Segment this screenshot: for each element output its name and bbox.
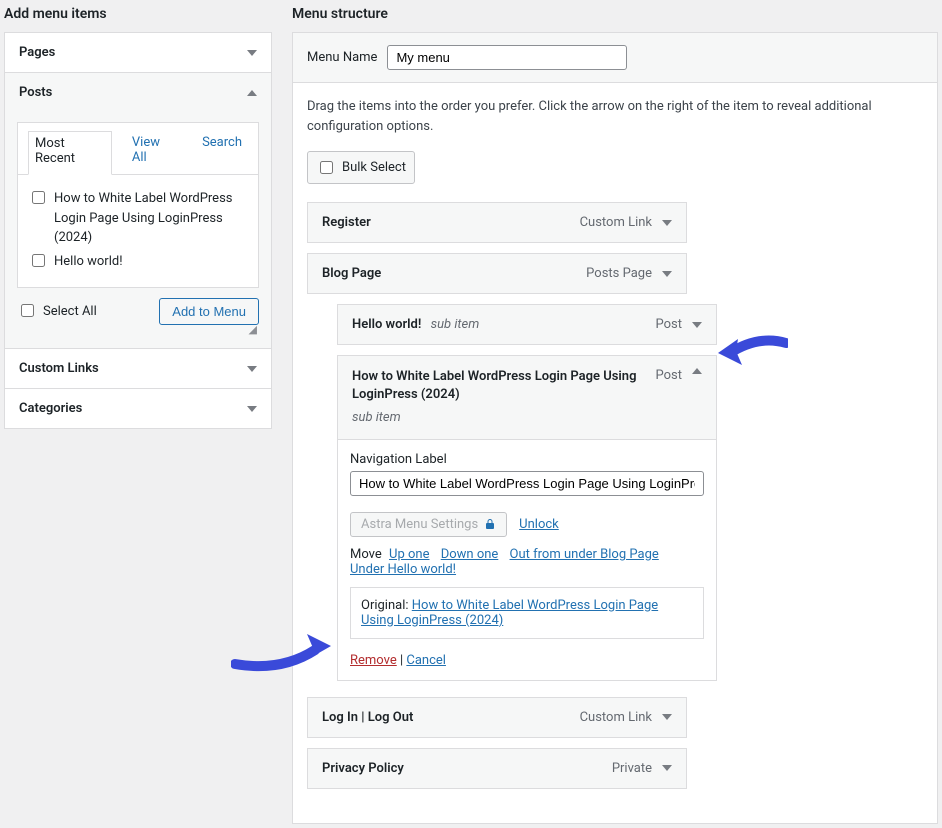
- select-all-checkbox[interactable]: [21, 304, 34, 317]
- move-up-link[interactable]: Up one: [389, 547, 429, 562]
- menu-item-register[interactable]: Register Custom Link: [307, 202, 687, 243]
- chevron-down-icon: [247, 366, 257, 372]
- astra-menu-settings-label: Astra Menu Settings: [361, 517, 478, 532]
- menu-item-type: Custom Link: [580, 215, 652, 230]
- menu-item-title: How to White Label WordPress Login Page …: [352, 369, 636, 402]
- chevron-down-icon[interactable]: [692, 322, 702, 328]
- chevron-down-icon[interactable]: [662, 765, 672, 771]
- add-menu-accordion: Pages Posts Most Recent View All Search: [4, 32, 272, 429]
- custom-links-label: Custom Links: [19, 361, 99, 376]
- astra-menu-settings-button[interactable]: Astra Menu Settings: [350, 512, 507, 537]
- categories-label: Categories: [19, 401, 82, 416]
- menu-structure-heading: Menu structure: [292, 6, 938, 22]
- pages-label: Pages: [19, 45, 55, 60]
- menu-item-hello-world[interactable]: Hello world! sub item Post: [337, 304, 717, 345]
- chevron-down-icon: [247, 406, 257, 412]
- menu-item-type: Post: [656, 317, 683, 332]
- instructions-text: Drag the items into the order you prefer…: [307, 97, 923, 137]
- posts-accordion-header[interactable]: Posts: [5, 73, 271, 112]
- menu-item-howto-header[interactable]: How to White Label WordPress Login Page …: [337, 355, 717, 440]
- menu-item-sub: sub item: [352, 409, 656, 427]
- chevron-up-icon[interactable]: [692, 368, 702, 374]
- custom-links-accordion-header[interactable]: Custom Links: [5, 349, 271, 388]
- move-under-link[interactable]: Under Hello world!: [350, 562, 456, 577]
- menu-item-sub: sub item: [431, 317, 480, 332]
- menu-name-input[interactable]: [387, 45, 627, 70]
- categories-accordion-header[interactable]: Categories: [5, 389, 271, 428]
- cancel-link[interactable]: Cancel: [406, 653, 446, 668]
- bulk-select-checkbox[interactable]: [320, 161, 333, 174]
- menu-name-label: Menu Name: [307, 50, 377, 65]
- pages-accordion-header[interactable]: Pages: [5, 33, 271, 72]
- chevron-down-icon[interactable]: [662, 271, 672, 277]
- post-item-label: How to White Label WordPress Login Page …: [54, 189, 248, 248]
- add-menu-items-heading: Add menu items: [4, 6, 272, 22]
- chevron-down-icon[interactable]: [662, 714, 672, 720]
- menu-item-type: Private: [612, 761, 652, 776]
- menu-item-title: Hello world!: [352, 317, 421, 332]
- tab-view-all[interactable]: View All: [126, 131, 182, 174]
- original-label: Original:: [361, 598, 409, 613]
- chevron-down-icon: [247, 50, 257, 56]
- post-checkbox[interactable]: [32, 254, 45, 267]
- move-label: Move: [350, 547, 382, 562]
- move-out-link[interactable]: Out from under Blog Page: [510, 547, 659, 562]
- post-checkbox-item[interactable]: How to White Label WordPress Login Page …: [28, 189, 248, 248]
- menu-item-title: Log In | Log Out: [322, 710, 413, 725]
- remove-link[interactable]: Remove: [350, 653, 397, 668]
- bulk-select-toggle[interactable]: Bulk Select: [307, 151, 415, 184]
- posts-tabs: Most Recent View All Search How to White…: [17, 122, 259, 288]
- tab-most-recent[interactable]: Most Recent: [28, 131, 112, 175]
- menu-item-type: Custom Link: [580, 710, 652, 725]
- menu-item-title: Privacy Policy: [322, 761, 404, 776]
- navigation-label-label: Navigation Label: [350, 452, 704, 467]
- select-all-row[interactable]: Select All: [17, 302, 97, 322]
- post-checkbox-item[interactable]: Hello world!: [28, 252, 248, 272]
- menu-item-howto-expanded: How to White Label WordPress Login Page …: [337, 355, 717, 681]
- move-down-link[interactable]: Down one: [441, 547, 499, 562]
- lock-icon: [484, 518, 496, 530]
- menu-item-login-logout[interactable]: Log In | Log Out Custom Link: [307, 697, 687, 738]
- menu-item-title: Blog Page: [322, 266, 381, 281]
- menu-item-privacy-policy[interactable]: Privacy Policy Private: [307, 748, 687, 789]
- menu-frame: Menu Name Drag the items into the order …: [292, 32, 938, 824]
- chevron-up-icon: [247, 90, 257, 96]
- post-item-label: Hello world!: [54, 252, 123, 272]
- select-all-label: Select All: [43, 302, 97, 322]
- navigation-label-input[interactable]: [350, 471, 704, 496]
- bulk-select-label: Bulk Select: [342, 160, 406, 175]
- post-checkbox[interactable]: [32, 191, 45, 204]
- menu-item-title: Register: [322, 215, 371, 230]
- unlock-link[interactable]: Unlock: [519, 517, 559, 532]
- posts-label: Posts: [19, 85, 52, 100]
- menu-item-type: Posts Page: [586, 266, 652, 281]
- chevron-down-icon[interactable]: [662, 220, 672, 226]
- add-to-menu-button[interactable]: Add to Menu: [159, 298, 259, 325]
- tab-search[interactable]: Search: [196, 131, 248, 174]
- menu-item-blog-page[interactable]: Blog Page Posts Page: [307, 253, 687, 294]
- menu-item-type: Post: [656, 368, 683, 383]
